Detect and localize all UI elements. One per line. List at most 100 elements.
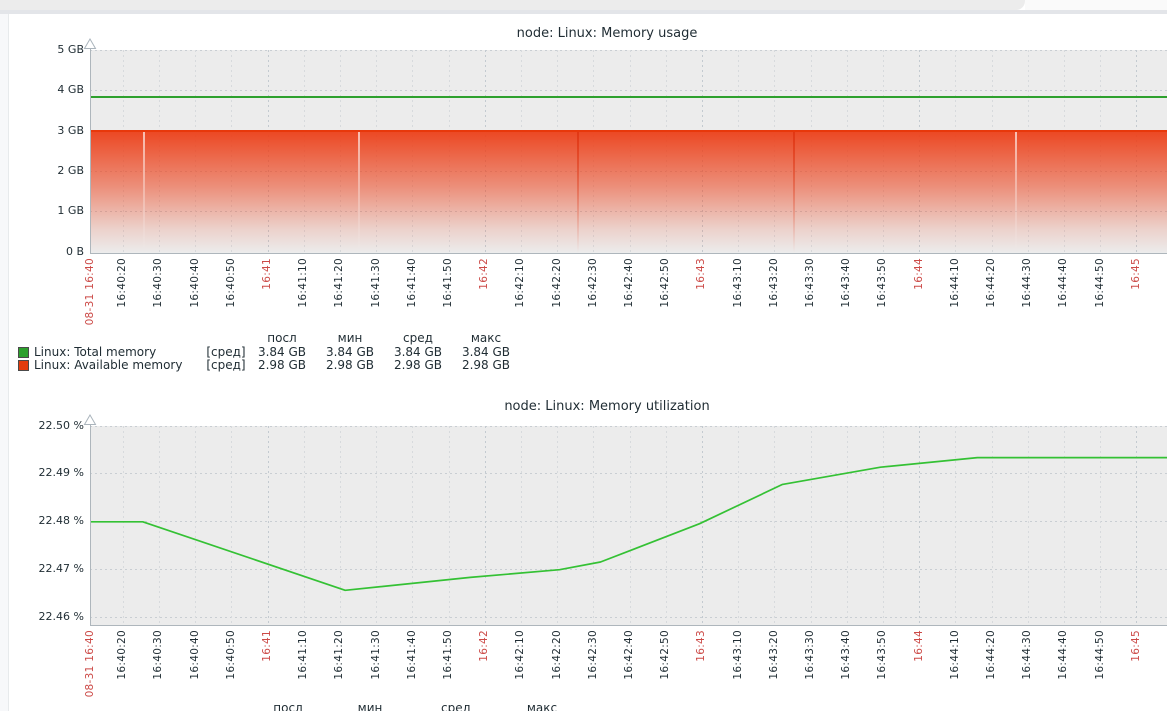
x-axis-label: 16:41:30 [370, 258, 382, 308]
x-axis-label: 16:41:10 [297, 258, 309, 308]
x-axis-label: 16:43 [695, 258, 707, 290]
total-memory-line [90, 96, 1167, 98]
x-axis-label: 16:42 [478, 258, 490, 290]
legend-header-cell: макс [508, 702, 576, 711]
x-axis-label: 16:42 [478, 630, 490, 662]
x-axis-label: 16:42:20 [551, 258, 563, 308]
legend-scope: [сред] [203, 359, 249, 372]
x-axis-label: 08-31 16:40 [84, 630, 96, 697]
x-axis-label: 16:43:40 [840, 630, 852, 680]
legend-value: 2.98 GB [384, 359, 452, 372]
x-axis-label: 16:45 [1130, 630, 1142, 662]
x-axis-label: 16:44 [913, 258, 925, 290]
x-axis-label: 16:44:50 [1094, 630, 1106, 680]
legend-series-name: Linux: Available memory [34, 359, 182, 372]
x-axis-label: 16:40:50 [225, 630, 237, 680]
legend-header-cell: макс [452, 332, 520, 345]
y-axis-label: 3 GB [0, 125, 84, 137]
y-axis-label: 2 GB [0, 165, 84, 177]
chart-title-memory-utilization: node: Linux: Memory utilization [504, 399, 709, 414]
gradient-segment-seam [1015, 132, 1017, 253]
x-axis-label: 16:41:40 [406, 258, 418, 308]
browser-tab-bar [1025, 0, 1167, 10]
memory-utilization-line [90, 457, 1167, 590]
y-axis-label: 22.49 % [0, 467, 84, 479]
x-axis-label: 16:44:20 [985, 630, 997, 680]
x-axis-label: 16:44:10 [949, 258, 961, 308]
x-axis-label: 16:43:20 [768, 630, 780, 680]
x-axis-label: 16:43:30 [804, 258, 816, 308]
x-axis-label: 16:42:30 [587, 630, 599, 680]
legend-header-cell: посл [254, 702, 322, 711]
x-axis-label: 16:44:40 [1057, 630, 1069, 680]
x-axis-line [90, 625, 1167, 626]
x-axis-label: 16:41:30 [370, 630, 382, 680]
x-axis-label: 16:44:30 [1021, 630, 1033, 680]
legend-header-cell: посл [248, 332, 316, 345]
x-axis-label: 16:40:50 [225, 258, 237, 308]
x-axis-label: 16:43:40 [840, 258, 852, 308]
legend-header-cell: сред [384, 332, 452, 345]
legend-header-cell: мин [316, 332, 384, 345]
y-axis-label: 5 GB [0, 44, 84, 56]
x-axis-label: 16:44:40 [1057, 258, 1069, 308]
browser-tab [0, 0, 1025, 10]
gridline-horizontal [90, 50, 1167, 51]
y-axis-arrow-icon [83, 414, 97, 426]
y-axis-label: 0 B [0, 246, 84, 258]
legend-header-cell: мин [336, 702, 404, 711]
y-axis-label: 22.50 % [0, 420, 84, 432]
x-axis-label: 16:41 [261, 630, 273, 662]
y-axis-label: 1 GB [0, 205, 84, 217]
x-axis-label: 16:42:50 [659, 258, 671, 308]
y-axis-line [90, 422, 91, 626]
x-axis-label: 16:41:50 [442, 630, 454, 680]
y-axis-label: 22.47 % [0, 563, 84, 575]
x-axis-label: 16:40:20 [116, 630, 128, 680]
x-axis-label: 16:44 [913, 630, 925, 662]
x-axis-label: 16:44:20 [985, 258, 997, 308]
gridline-horizontal [90, 90, 1167, 91]
x-axis-label: 16:41:10 [297, 630, 309, 680]
zabbix-graphs-screenshot: node: Linux: Memory usage послминсредмак… [0, 0, 1167, 711]
legend-value: 2.98 GB [452, 359, 520, 372]
x-axis-label: 16:41:20 [333, 630, 345, 680]
y-axis-label: 4 GB [0, 84, 84, 96]
page-left-margin [0, 14, 8, 711]
x-axis-line [90, 253, 1167, 254]
x-axis-label: 16:43:10 [732, 258, 744, 308]
x-axis-label: 16:43:50 [876, 630, 888, 680]
x-axis-label: 16:42:40 [623, 630, 635, 680]
x-axis-label: 16:40:30 [152, 258, 164, 308]
x-axis-label: 16:42:10 [514, 630, 526, 680]
x-axis-label: 16:43:50 [876, 258, 888, 308]
x-axis-label: 16:43:30 [804, 630, 816, 680]
x-axis-label: 16:41:20 [333, 258, 345, 308]
x-axis-label: 16:42:50 [659, 630, 671, 680]
legend-color-swatch [18, 347, 29, 358]
legend-header-cell: сред [422, 702, 490, 711]
panel-left-border [8, 14, 9, 711]
x-axis-label: 16:40:40 [189, 258, 201, 308]
x-axis-label: 16:42:10 [514, 258, 526, 308]
x-axis-label: 16:41:40 [406, 630, 418, 680]
x-axis-label: 16:42:20 [551, 630, 563, 680]
x-axis-label: 16:40:20 [116, 258, 128, 308]
gradient-segment-seam [143, 132, 145, 253]
legend-color-swatch [18, 360, 29, 371]
available-memory-gradient-area [90, 132, 1167, 253]
x-axis-label: 16:44:10 [949, 630, 961, 680]
gradient-segment-seam [358, 132, 360, 253]
x-axis-label: 16:43 [695, 630, 707, 662]
x-axis-label: 16:45 [1130, 258, 1142, 290]
y-axis-label: 22.48 % [0, 515, 84, 527]
x-axis-label: 16:42:40 [623, 258, 635, 308]
x-axis-label: 16:43:10 [732, 630, 744, 680]
x-axis-label: 16:43:20 [768, 258, 780, 308]
x-axis-label: 16:42:30 [587, 258, 599, 308]
window-top-strip [0, 10, 1167, 14]
legend-value: 2.98 GB [316, 359, 384, 372]
x-axis-label: 08-31 16:40 [84, 258, 96, 325]
chart-title-memory-usage: node: Linux: Memory usage [517, 26, 698, 41]
y-axis-label: 22.46 % [0, 611, 84, 623]
